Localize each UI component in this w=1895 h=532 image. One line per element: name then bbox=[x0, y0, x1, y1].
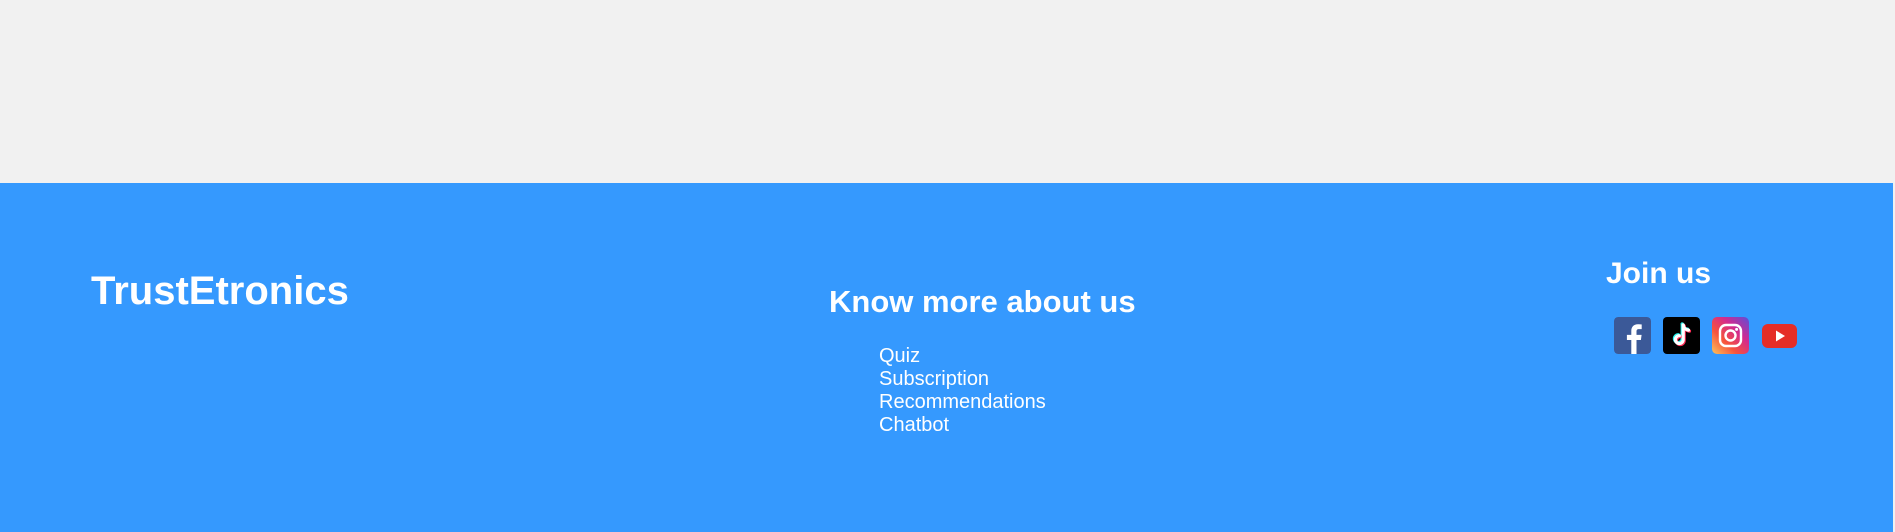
list-item: Chatbot bbox=[879, 414, 1046, 437]
youtube-icon bbox=[1762, 324, 1797, 348]
recommendations-link[interactable]: Recommendations bbox=[879, 391, 1046, 413]
instagram-icon bbox=[1712, 317, 1749, 354]
tiktok-link[interactable] bbox=[1663, 317, 1700, 354]
chatbot-link[interactable]: Chatbot bbox=[879, 414, 949, 436]
brand-name[interactable]: TrustEtronics bbox=[91, 271, 349, 311]
about-heading: Know more about us bbox=[829, 284, 1136, 319]
about-links-list: Quiz Subscription Recommendations Chatbo… bbox=[879, 345, 1046, 437]
list-item: Recommendations bbox=[879, 391, 1046, 414]
tiktok-icon bbox=[1663, 317, 1700, 354]
facebook-icon bbox=[1614, 317, 1651, 354]
social-links bbox=[1614, 317, 1798, 354]
list-item: Subscription bbox=[879, 368, 1046, 391]
page-content-area bbox=[0, 0, 1895, 183]
subscription-link[interactable]: Subscription bbox=[879, 368, 989, 390]
youtube-link[interactable] bbox=[1761, 317, 1798, 354]
list-item: Quiz bbox=[879, 345, 1046, 368]
site-footer: TrustEtronics Know more about us Quiz Su… bbox=[0, 183, 1893, 532]
facebook-link[interactable] bbox=[1614, 317, 1651, 354]
join-heading: Join us bbox=[1606, 257, 1712, 290]
quiz-link[interactable]: Quiz bbox=[879, 345, 920, 367]
instagram-link[interactable] bbox=[1712, 317, 1749, 354]
